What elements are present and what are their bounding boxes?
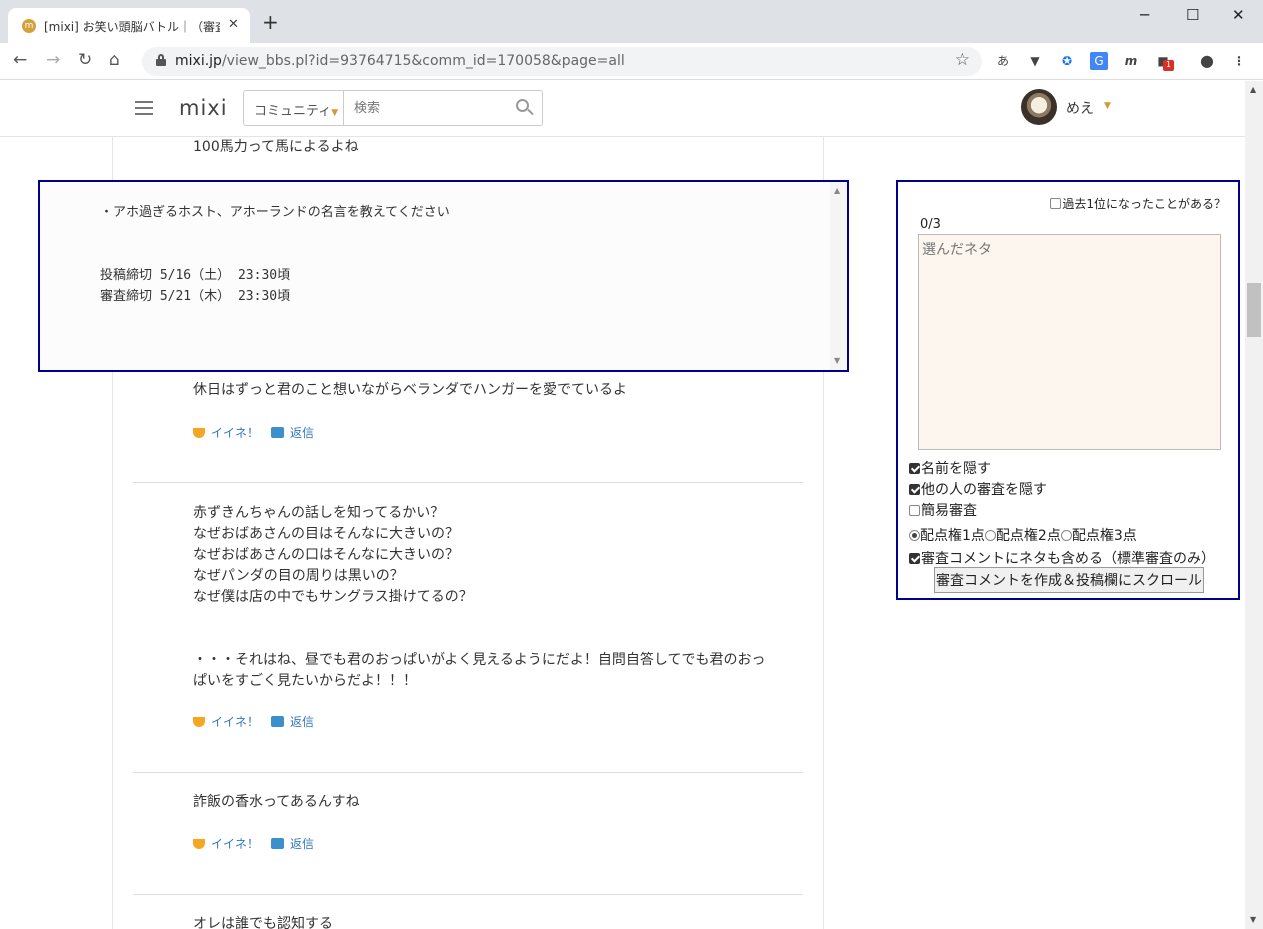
scrollbar-thumb[interactable] — [1247, 283, 1261, 337]
mixi-logo[interactable]: mixi — [179, 96, 228, 120]
comment-text: 詐飯の香水ってあるんすね — [193, 794, 360, 810]
comment-actions: イイネ！ 返信 — [193, 713, 314, 730]
reply-icon[interactable] — [271, 716, 285, 727]
comment-actions: イイネ！ 返信 — [193, 835, 314, 852]
include-neta-checkbox[interactable] — [909, 553, 920, 564]
mixi-favicon-icon: m — [22, 19, 36, 33]
review-panel: 過去1位になったことがある？ 0/3 名前を隠す 他の人の審査を隠す 簡易審査 … — [896, 180, 1240, 600]
address-bar[interactable]: mixi.jp/view_bbs.pl?id=93764715&comm_id=… — [142, 47, 982, 76]
tab-title: [mixi] お笑い頭脳バトル｜（審査中 — [44, 20, 220, 34]
reload-icon[interactable]: ↻ — [78, 50, 92, 70]
points-2-radio[interactable] — [984, 530, 996, 541]
like-link[interactable]: イイネ！ — [211, 426, 259, 440]
scroll-down-icon[interactable]: ▼ — [834, 356, 840, 365]
comment-line: 赤ずきんちゃんの話しを知ってるかい？ — [193, 505, 445, 521]
like-link[interactable]: イイネ！ — [211, 837, 259, 851]
comment-line: なぜパンダの目の周りは黒いの？ — [193, 568, 404, 584]
search-scope-select[interactable]: コミュニティ▼ — [244, 91, 344, 125]
extension-gear-icon[interactable]: ✪ — [1058, 52, 1076, 70]
points-1-radio[interactable] — [909, 530, 920, 541]
comment-divider — [133, 772, 803, 773]
search-input[interactable] — [354, 100, 504, 115]
scroll-up-icon[interactable]: ▲ — [1250, 85, 1256, 94]
selection-counter: 0/3 — [920, 217, 941, 232]
like-icon[interactable] — [193, 428, 205, 438]
comment-divider — [133, 894, 803, 895]
maximize-icon[interactable]: ☐ — [1186, 6, 1199, 24]
past-first-option[interactable]: 過去1位になったことがある？ — [1050, 195, 1226, 212]
url-text[interactable]: mixi.jp/view_bbs.pl?id=93764715&comm_id=… — [175, 53, 625, 69]
browser-tab-bar: m [mixi] お笑い頭脳バトル｜（審査中 ✕ + ─ ☐ ✕ — [0, 0, 1263, 43]
scroll-up-icon[interactable]: ▲ — [834, 186, 840, 195]
extension-m-icon[interactable]: m — [1122, 52, 1140, 70]
past-first-checkbox[interactable] — [1050, 198, 1062, 209]
selected-neta-textarea[interactable] — [918, 234, 1221, 450]
comment-text: オレは誰でも認知する — [193, 916, 333, 929]
extension-google-translate-icon[interactable]: G — [1090, 52, 1108, 70]
points-3-radio[interactable] — [1060, 530, 1072, 541]
comment-line: なぜ僕は店の中でもサングラス掛けてるの？ — [193, 589, 473, 605]
page-scrollbar[interactable]: ▲ ▼ — [1245, 81, 1263, 929]
minimize-icon[interactable]: ─ — [1140, 6, 1149, 24]
avatar[interactable] — [1021, 89, 1057, 125]
window-close-icon[interactable]: ✕ — [1232, 6, 1245, 24]
extension-badge-count: 1 — [1163, 60, 1174, 71]
topic-scrollbar[interactable]: ▲ ▼ — [830, 182, 847, 370]
user-menu-chevron-icon[interactable]: ▼ — [1104, 101, 1111, 111]
home-icon[interactable]: ⌂ — [109, 50, 120, 70]
comment-actions: イイネ！ 返信 — [193, 424, 314, 441]
comment-text: 100馬力って馬によるよね — [193, 139, 359, 155]
comment-line: なぜおばあさんの口はそんなに大きいの？ — [193, 547, 459, 563]
like-link[interactable]: イイネ！ — [211, 715, 259, 729]
back-icon[interactable]: ← — [13, 50, 27, 70]
lock-icon — [156, 54, 166, 66]
menu-kebab-icon[interactable]: ⋮ — [1230, 52, 1248, 70]
comment-line: ・・・それはね、昼でも君のおっぱいがよく見えるようにだよ！自問自答してでも君のお… — [193, 652, 766, 668]
reply-link[interactable]: 返信 — [290, 426, 314, 440]
like-icon[interactable] — [193, 839, 205, 849]
forward-icon[interactable]: → — [46, 50, 60, 70]
include-neta-option[interactable]: 審査コメントにネタも含める（標準審査のみ） — [909, 548, 1215, 568]
topic-text: ・アホ過ぎるホスト、アホーランドの名言を教えてください 投稿締切 5/16（土）… — [100, 205, 450, 304]
comment-line: なぜおばあさんの目はそんなに大きいの？ — [193, 526, 459, 542]
search-icon[interactable] — [516, 99, 534, 117]
comment-divider — [133, 482, 803, 483]
comment-line: ぱいをすごく見たいからだよ！！！ — [193, 673, 417, 689]
tab-close-icon[interactable]: ✕ — [228, 17, 239, 32]
username[interactable]: めえ — [1066, 98, 1094, 118]
reply-link[interactable]: 返信 — [290, 715, 314, 729]
hide-others-option[interactable]: 他の人の審査を隠す — [909, 479, 1047, 499]
chevron-down-icon: ▼ — [331, 108, 339, 118]
extension-v-icon[interactable]: ▼ — [1026, 52, 1044, 70]
extension-translate-icon[interactable]: あ — [994, 52, 1012, 70]
hide-name-option[interactable]: 名前を隠す — [909, 458, 991, 478]
bookmark-star-icon[interactable]: ☆ — [955, 50, 970, 70]
comment-text: 赤ずきんちゃんの話しを知ってるかい？ なぜおばあさんの目はそんなに大きいの？ な… — [193, 503, 765, 692]
extension-badge-icon[interactable]: ■1 — [1154, 52, 1174, 71]
browser-tab[interactable]: m [mixi] お笑い頭脳バトル｜（審査中 ✕ — [8, 8, 250, 43]
new-tab-icon[interactable]: + — [262, 12, 279, 32]
reply-link[interactable]: 返信 — [290, 837, 314, 851]
simple-review-checkbox[interactable] — [909, 505, 920, 516]
comment-text: 休日はずっと君のこと想いながらベランダでハンガーを愛でているよ — [193, 382, 627, 398]
scroll-down-icon[interactable]: ▼ — [1250, 915, 1256, 924]
points-radio-group: 配点権1点 配点権2点 配点権3点 — [909, 525, 1137, 545]
browser-toolbar: ← → ↻ ⌂ mixi.jp/view_bbs.pl?id=93764715&… — [0, 43, 1263, 80]
like-icon[interactable] — [193, 717, 205, 727]
hamburger-menu-icon[interactable] — [135, 101, 153, 115]
profile-icon[interactable]: ● — [1198, 52, 1216, 70]
reply-icon[interactable] — [271, 427, 285, 438]
create-review-button[interactable]: 審査コメントを作成＆投稿欄にスクロール — [934, 567, 1204, 593]
topic-panel[interactable]: ・アホ過ぎるホスト、アホーランドの名言を教えてください 投稿締切 5/16（土）… — [38, 180, 849, 372]
hide-others-checkbox[interactable] — [909, 484, 920, 495]
simple-review-option[interactable]: 簡易審査 — [909, 500, 977, 520]
search-box: コミュニティ▼ — [243, 90, 543, 126]
mixi-header: mixi コミュニティ▼ めえ ▼ — [0, 81, 1245, 137]
hide-name-checkbox[interactable] — [909, 463, 920, 474]
reply-icon[interactable] — [271, 838, 285, 849]
